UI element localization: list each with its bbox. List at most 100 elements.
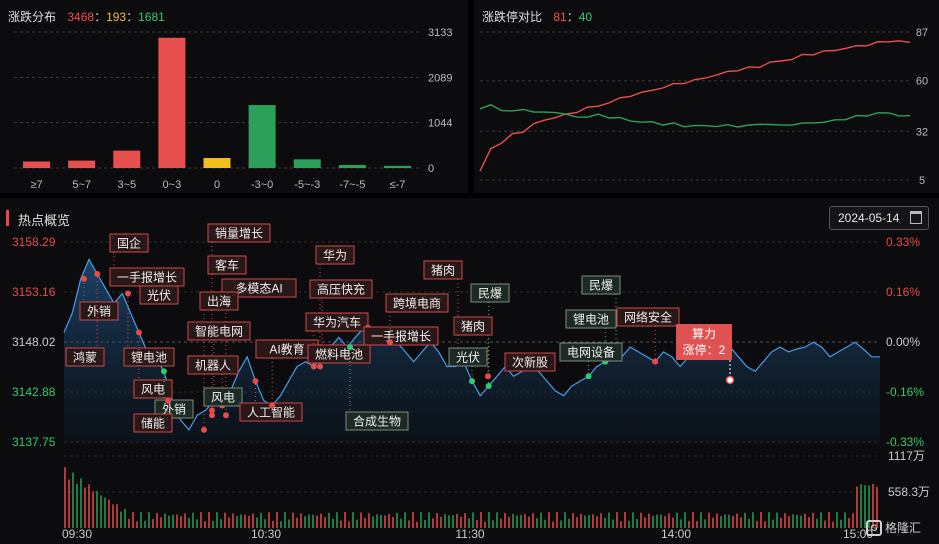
price-tick-label: 3142.88 bbox=[12, 385, 56, 399]
tag-anchor-dot bbox=[252, 378, 259, 385]
volume-bar bbox=[592, 514, 594, 528]
volume-bar bbox=[352, 512, 354, 528]
volume-bar bbox=[376, 514, 378, 528]
time-tick-label: 11:30 bbox=[455, 527, 484, 541]
volume-bar bbox=[700, 512, 702, 528]
percent-tick-label: 0.16% bbox=[886, 285, 920, 299]
volume-bar bbox=[284, 512, 286, 528]
brand-logo: G 格隆汇 bbox=[866, 519, 921, 536]
volume-bar bbox=[328, 512, 330, 528]
volume-bar bbox=[660, 514, 662, 528]
volume-bar bbox=[836, 512, 838, 528]
volume-bar bbox=[148, 512, 150, 528]
volume-bar bbox=[668, 513, 670, 528]
topic-tag-label: 猪肉 bbox=[431, 264, 455, 278]
volume-bar bbox=[480, 512, 482, 528]
volume-bar bbox=[128, 518, 130, 528]
volume-bar bbox=[312, 514, 314, 528]
volume-bar bbox=[860, 484, 862, 528]
volume-bar bbox=[600, 513, 602, 528]
volume-bar bbox=[644, 517, 646, 528]
distribution-panel: 涨跌分布 3468：193：1681 3133 2089 1044 0 ≥7 5~7 3~5… bbox=[0, 0, 468, 193]
x-tick-label: ≤-7 bbox=[390, 179, 406, 191]
volume-bar bbox=[304, 516, 306, 528]
topic-tag-label: 光伏 bbox=[456, 351, 480, 365]
volume-bar bbox=[104, 497, 106, 528]
brand-mark-icon: G bbox=[866, 519, 882, 536]
topic-tag-label: 国企 bbox=[117, 236, 141, 251]
volume-bar bbox=[692, 512, 694, 528]
volume-bar bbox=[456, 514, 458, 528]
volume-bar bbox=[116, 504, 118, 528]
tag-anchor-dot bbox=[209, 407, 215, 414]
volume-bar bbox=[748, 519, 750, 528]
volume-bar bbox=[588, 514, 590, 528]
volume-bar bbox=[388, 513, 390, 528]
topic-tag-label: 华为 bbox=[323, 249, 347, 263]
volume-bar bbox=[508, 516, 510, 528]
volume-bar bbox=[740, 517, 742, 528]
volume-bar bbox=[620, 521, 622, 528]
volume-bar bbox=[252, 513, 254, 528]
volume-bar bbox=[544, 519, 546, 528]
volume-bar bbox=[228, 517, 230, 528]
volume-bar bbox=[792, 514, 794, 528]
volume-bar bbox=[832, 521, 834, 528]
volume-bar bbox=[340, 520, 342, 528]
topic-tag-label: 民爆 bbox=[478, 287, 502, 301]
volume-bar bbox=[524, 514, 526, 528]
topic-tag-label: 燃料电池 bbox=[315, 347, 363, 362]
volume-bar bbox=[564, 512, 566, 528]
volume-bar bbox=[744, 512, 746, 528]
volume-bar bbox=[164, 513, 166, 528]
callout-topic: 算力 bbox=[692, 326, 716, 341]
volume-bar bbox=[728, 514, 730, 528]
volume-bar bbox=[440, 516, 442, 528]
hot-overview-panel: 热点概览 2024-05-14 3158.29 0.33% 3153.16 0.16%… bbox=[0, 198, 939, 544]
volume-bar bbox=[156, 512, 158, 528]
bar bbox=[23, 161, 51, 168]
topic-tag-label: 鸿蒙 bbox=[73, 351, 97, 365]
volume-bar bbox=[292, 512, 294, 528]
x-tick-label: 0 bbox=[214, 179, 220, 191]
volume-bar bbox=[140, 512, 142, 528]
volume-bar bbox=[572, 512, 574, 528]
volume-bar bbox=[580, 513, 582, 528]
topic-tag-label: 民爆 bbox=[589, 279, 613, 293]
topic-tag-label: 客车 bbox=[215, 258, 239, 273]
percent-tick-label: 0.33% bbox=[886, 235, 920, 249]
volume-bar bbox=[240, 514, 242, 528]
tag-anchor-dot bbox=[485, 373, 491, 380]
volume-bar bbox=[152, 518, 154, 528]
volume-bar bbox=[632, 512, 634, 528]
price-tick-label: 3158.29 bbox=[12, 235, 56, 249]
bar bbox=[203, 158, 231, 168]
topic-tag-label: 光伏 bbox=[147, 289, 171, 303]
volume-bar bbox=[816, 518, 818, 528]
volume-bar bbox=[788, 516, 790, 528]
volume-bar bbox=[420, 512, 422, 528]
volume-bar bbox=[288, 519, 290, 528]
bar bbox=[383, 165, 411, 168]
topic-tag-label: 合成生物 bbox=[353, 414, 401, 429]
volume-bar bbox=[720, 516, 722, 528]
x-tick-label: 3~5 bbox=[117, 179, 136, 191]
percent-tick-label: 0.00% bbox=[886, 335, 920, 349]
volume-bar bbox=[852, 513, 854, 528]
y-tick-label: 32 bbox=[916, 126, 928, 138]
topic-tag-label: 跨境电商 bbox=[393, 296, 441, 311]
volume-bar bbox=[604, 517, 606, 528]
bar bbox=[113, 150, 141, 168]
volume-bar bbox=[576, 517, 578, 528]
volume-bar bbox=[608, 512, 610, 528]
volume-bar bbox=[452, 515, 454, 528]
tag-anchor-dot bbox=[652, 358, 659, 365]
volume-bar bbox=[808, 517, 810, 528]
volume-bar bbox=[584, 515, 586, 528]
volume-tick-label: 558.3万 bbox=[888, 485, 930, 499]
topic-tag-label: 机器人 bbox=[195, 359, 231, 373]
volume-bar bbox=[168, 515, 170, 528]
volume-bar bbox=[636, 519, 638, 528]
volume-bar bbox=[400, 518, 402, 528]
topic-tag-label: 风电 bbox=[211, 391, 235, 405]
